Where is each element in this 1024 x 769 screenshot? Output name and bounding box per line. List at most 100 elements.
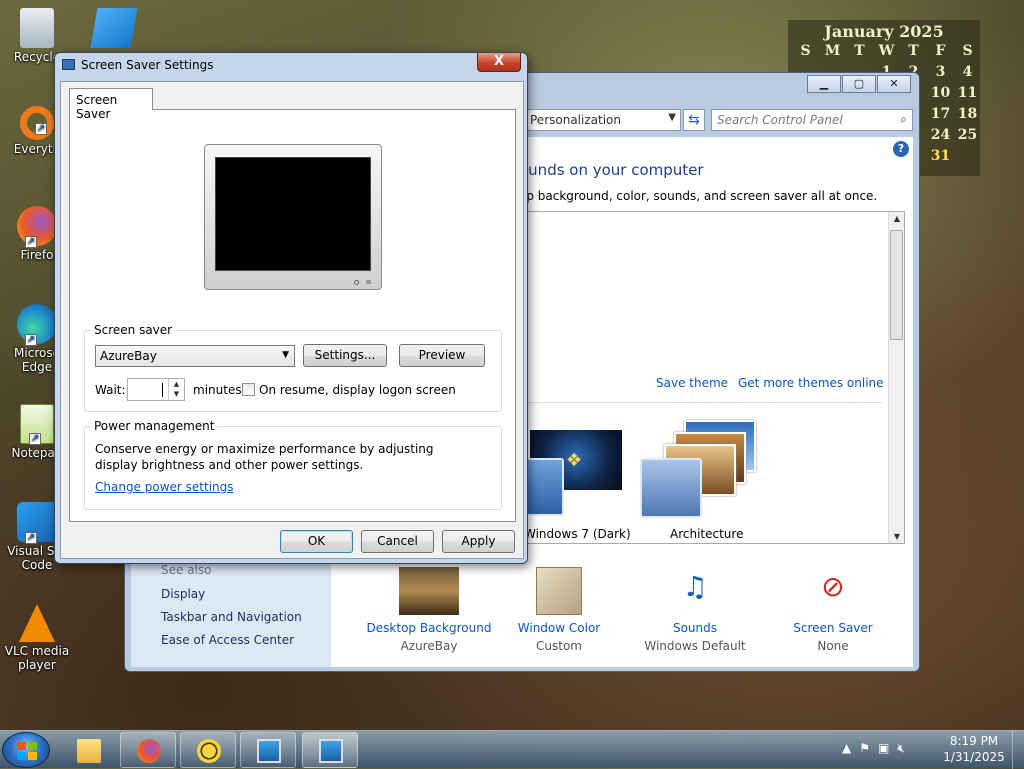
color-swatch xyxy=(640,458,702,518)
screen-saver-icon: ⊘ xyxy=(821,570,845,603)
shortcut-arrow-icon: ↗ xyxy=(25,334,37,346)
network-icon[interactable]: ▣ xyxy=(878,741,889,756)
preview-button[interactable]: Preview xyxy=(399,344,485,367)
cancel-button[interactable]: Cancel xyxy=(361,530,434,553)
chevron-up-icon[interactable]: ▲ xyxy=(842,741,851,756)
stepper-up-icon[interactable]: ▲ xyxy=(169,379,184,389)
sounds-item[interactable]: ♫ Sounds Windows Default xyxy=(625,567,765,653)
preview-monitor xyxy=(204,144,382,290)
desktop-icon-vlc[interactable]: VLC media player xyxy=(4,604,70,672)
calendar-day: 4 xyxy=(962,64,973,80)
scrollbar-thumb[interactable] xyxy=(890,230,903,340)
scrollbar[interactable]: ▲ ▼ xyxy=(888,212,904,543)
color-swatch xyxy=(526,458,564,516)
clock-date: 1/31/2025 xyxy=(943,750,1005,764)
help-icon[interactable]: ? xyxy=(893,141,909,157)
minimize-button[interactable]: ▁ xyxy=(807,75,841,93)
ok-button[interactable]: OK xyxy=(280,530,353,553)
resume-logon-label[interactable]: On resume, display logon screen xyxy=(259,383,456,397)
change-power-settings-link[interactable]: Change power settings xyxy=(95,480,234,494)
link-display[interactable]: Display xyxy=(161,587,205,601)
app-icon xyxy=(90,8,138,48)
vlc-icon xyxy=(19,604,55,642)
search-input[interactable]: Search Control Panel ⌕ xyxy=(711,109,913,131)
desktop-icon-label: VLC media player xyxy=(4,644,70,672)
clock-time: 8:19 PM xyxy=(949,734,999,748)
stepper-buttons[interactable]: ▲ ▼ xyxy=(168,379,184,400)
more-themes-link[interactable]: Get more themes online xyxy=(738,376,884,390)
show-desktop-button[interactable] xyxy=(1012,731,1024,769)
refresh-button[interactable]: ⇆ xyxy=(683,109,705,131)
sounds-icon: ♫ xyxy=(682,570,708,603)
settings-button[interactable]: Settings... xyxy=(303,344,387,367)
chevron-down-icon[interactable]: ▼ xyxy=(668,112,676,123)
screen-saver-item[interactable]: ⊘ Screen Saver None xyxy=(763,567,903,653)
desktop-icon-blue[interactable] xyxy=(90,8,138,48)
volume-muted-icon[interactable]: 🔇︎ xyxy=(897,741,905,756)
calendar-weekday: F xyxy=(935,43,946,59)
calendar-weekday: M xyxy=(824,43,841,59)
link-ease-of-access[interactable]: Ease of Access Center xyxy=(161,633,294,647)
screen-saver-settings-dialog[interactable]: Screen Saver Settings X Screen Saver Scr… xyxy=(54,52,528,564)
close-button[interactable]: ✕ xyxy=(877,75,911,93)
taskbar-bee-app[interactable] xyxy=(180,732,236,768)
scroll-down-icon[interactable]: ▼ xyxy=(889,532,904,541)
taskbar-file-explorer[interactable] xyxy=(60,732,116,768)
calendar-day: 10 xyxy=(930,85,951,101)
calendar-weekday: T xyxy=(908,43,919,59)
windows-logo-icon: ❖ xyxy=(566,450,583,471)
calendar-month: January 2025 xyxy=(824,22,944,41)
taskbar-firefox[interactable] xyxy=(120,732,176,768)
start-button[interactable] xyxy=(2,732,50,768)
theme-label: Windows 7 (Dark) xyxy=(524,527,631,541)
monitor-icon xyxy=(62,59,75,70)
theme-thumbnail-architecture[interactable] xyxy=(640,420,760,518)
apply-button[interactable]: Apply xyxy=(442,530,515,553)
resume-logon-checkbox[interactable] xyxy=(242,383,255,396)
link-taskbar-navigation[interactable]: Taskbar and Navigation xyxy=(161,610,302,624)
tab-screen-saver[interactable]: Screen Saver xyxy=(69,88,153,121)
stepper-down-icon[interactable]: ▼ xyxy=(169,389,184,399)
theme-thumbnail-windows7-dark[interactable]: ❖ xyxy=(526,430,622,516)
firefox-icon xyxy=(137,739,161,763)
item-subtitle: Windows Default xyxy=(644,639,746,653)
power-management-group: Power management Conserve energy or maxi… xyxy=(84,419,502,510)
chevron-down-icon: ▼ xyxy=(282,350,289,360)
flag-icon[interactable]: ⚑ xyxy=(859,741,870,756)
wait-minutes-stepper[interactable]: ▲ ▼ xyxy=(127,378,185,401)
clock[interactable]: 8:19 PM 1/31/2025 xyxy=(940,733,1008,765)
window-color-item[interactable]: Window Color Custom xyxy=(489,567,629,653)
item-title: Window Color xyxy=(517,621,601,635)
desktop-background-icon xyxy=(399,567,459,615)
search-placeholder: Search Control Panel xyxy=(717,113,843,127)
calendar-day: 25 xyxy=(957,127,978,143)
calendar-weekday: S xyxy=(962,43,973,59)
group-label: Screen saver xyxy=(91,323,176,337)
desktop-background-item[interactable]: Desktop Background AzureBay xyxy=(359,567,499,653)
address-text: Personalization xyxy=(530,113,621,127)
taskbar-control-panel[interactable] xyxy=(240,732,296,768)
scroll-up-icon[interactable]: ▲ xyxy=(889,214,904,223)
theme-list[interactable]: Save theme Get more themes online ❖ Wind… xyxy=(519,211,905,544)
calendar-weekday: T xyxy=(854,43,865,59)
shortcut-arrow-icon: ↗ xyxy=(35,123,47,135)
item-title: Desktop Background xyxy=(366,621,492,635)
shortcut-arrow-icon: ↗ xyxy=(25,236,37,248)
save-theme-link[interactable]: Save theme xyxy=(656,376,728,390)
calendar-day: 24 xyxy=(930,127,951,143)
desktop-icon-label: Firefo xyxy=(20,248,54,262)
item-title: Screen Saver xyxy=(793,621,873,635)
monitor-icon xyxy=(257,739,281,763)
windows-logo-icon xyxy=(17,742,37,760)
address-bar[interactable]: Personalization ▼ xyxy=(525,109,681,131)
calendar-day: 17 xyxy=(930,106,951,122)
item-subtitle: AzureBay xyxy=(400,639,458,653)
close-button[interactable]: X xyxy=(477,53,521,72)
maximize-button[interactable]: ▢ xyxy=(842,75,876,93)
screen-saver-select[interactable]: AzureBay ▼ xyxy=(95,345,295,367)
minutes-label: minutes xyxy=(193,383,242,397)
taskbar: ▲ ⚑ ▣ 🔇︎ 8:19 PM 1/31/2025 xyxy=(0,730,1024,769)
text-caret xyxy=(162,383,163,397)
taskbar-screen-saver-settings[interactable] xyxy=(302,732,358,768)
edge-icon: ↗ xyxy=(17,304,57,346)
